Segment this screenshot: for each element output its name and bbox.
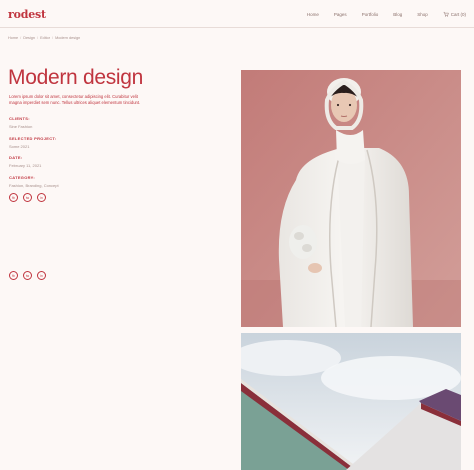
nav-shop[interactable]: Shop [417,12,428,17]
breadcrumb-current: Modern design [55,36,81,40]
meta-selected-project: SELECTED PROJECT: Some 2021 [9,136,119,149]
breadcrumb-separator: / [20,36,22,40]
nav-portfolio[interactable]: Portfolio [362,12,379,17]
meta-value: Fashion, Branding, Concept [9,183,59,188]
twitter-icon[interactable]: tw [23,193,32,202]
meta-label: CLIENTS: [9,116,30,121]
nav-home[interactable]: Home [307,12,319,17]
site-logo[interactable]: rodest [8,8,46,21]
meta-category: CATEGORY: Fashion, Branding, Concept [9,175,119,188]
meta-value: Some 2021 [9,144,30,149]
meta-date: DATE: February 11, 2021 [9,155,119,168]
nav-blog[interactable]: Blog [393,12,402,17]
social-share-bottom: fb tw in [9,271,46,280]
meta-label: SELECTED PROJECT: [9,136,57,141]
meta-clients: CLIENTS: Sine Fashion [9,116,119,129]
cart-link[interactable]: Cart (0) [443,11,466,17]
breadcrumb-editor[interactable]: Editor [40,36,50,40]
breadcrumb-home[interactable]: Home [8,36,18,40]
cart-icon [443,11,449,17]
linkedin-icon[interactable]: in [37,193,46,202]
meta-value: February 11, 2021 [9,163,42,168]
meta-label: CATEGORY: [9,175,35,180]
linkedin-icon[interactable]: in [37,271,46,280]
cart-label: Cart (0) [450,11,466,17]
meta-value: Sine Fashion [9,124,33,129]
breadcrumb-separator: / [37,36,39,40]
breadcrumb-design[interactable]: Design [23,36,35,40]
twitter-icon[interactable]: tw [23,271,32,280]
social-share-top: fb tw in [9,193,46,202]
meta-label: DATE: [9,155,23,160]
project-description: Lorem ipsum dolor sit amet, consectetur … [9,94,141,105]
breadcrumb-separator: / [52,36,54,40]
main-nav: Home Pages Portfolio Blog Shop Cart (0) [307,11,466,17]
facebook-icon[interactable]: fb [9,193,18,202]
architecture-photo [241,333,461,470]
top-bar: rodest Home Pages Portfolio Blog Shop Ca… [0,0,474,28]
nav-pages[interactable]: Pages [334,12,347,17]
fashion-model-photo [241,70,461,327]
breadcrumb: Home / Design / Editor / Modern design [8,36,80,40]
project-title: Modern design [8,66,144,89]
facebook-icon[interactable]: fb [9,271,18,280]
